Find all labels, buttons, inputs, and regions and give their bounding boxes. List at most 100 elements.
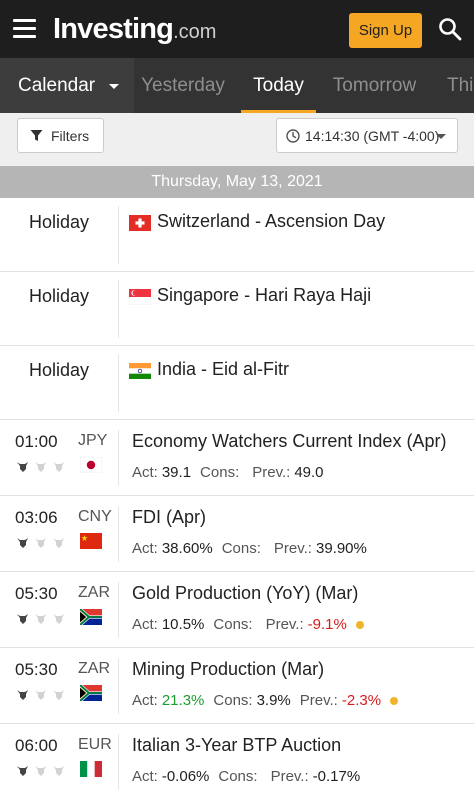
actual-label: Act: <box>132 616 158 633</box>
divider <box>118 582 119 638</box>
filters-label: Filters <box>51 127 90 144</box>
event-values: Act: -0.06% Cons: Prev.: -0.17% <box>132 768 369 785</box>
importance-bulls-icon <box>17 766 64 776</box>
holiday-label: Holiday <box>28 212 90 232</box>
japan-flag-icon <box>80 457 102 473</box>
logo-tld: .com <box>173 21 217 43</box>
sign-up-button[interactable]: Sign Up <box>349 13 422 48</box>
divider <box>118 280 119 338</box>
tab-yesterday[interactable]: Yesterday <box>134 58 232 113</box>
event-currency: ZAR <box>78 660 110 677</box>
italy-flag-icon <box>80 761 102 777</box>
timezone-selector[interactable]: 14:14:30 (GMT -4:00) <box>276 118 458 153</box>
previous-value: -9.1% <box>307 616 347 633</box>
divider <box>118 658 119 714</box>
south-africa-flag-icon <box>80 609 102 625</box>
chevron-down-icon <box>436 134 446 139</box>
clock-icon <box>286 128 300 143</box>
actual-label: Act: <box>132 464 158 481</box>
event-row[interactable]: 01:00 JPY Economy Watchers Current Index… <box>0 420 474 496</box>
event-row[interactable]: 06:00 EUR Italian 3-Year BTP Auction Act… <box>0 724 474 790</box>
switzerland-flag-icon <box>129 215 151 231</box>
actual-value: -0.06% <box>161 768 210 785</box>
actual-value: 39.1 <box>161 464 192 481</box>
event-time: 01:00 <box>15 432 58 451</box>
actual-value: 21.3% <box>161 692 205 709</box>
hamburger-icon[interactable] <box>13 19 36 38</box>
importance-bulls-icon <box>17 462 64 472</box>
holiday-text: Singapore - Hari Raya Haji <box>157 285 372 305</box>
site-logo[interactable]: Investing .com <box>53 12 216 46</box>
actual-value: 10.5% <box>161 616 205 633</box>
timezone-label: 14:14:30 (GMT -4:00) <box>305 127 440 144</box>
event-time: 06:00 <box>15 736 58 755</box>
divider <box>118 734 119 790</box>
calendar-dropdown[interactable]: Calendar <box>0 58 134 113</box>
holiday-text: India - Eid al-Fitr <box>157 359 290 379</box>
date-header: Thursday, May 13, 2021 <box>0 166 474 198</box>
holiday-text: Switzerland - Ascension Day <box>157 211 386 231</box>
previous-label: Prev.: <box>273 540 312 557</box>
tab-today[interactable]: Today <box>241 58 316 113</box>
event-values: Act: 38.60% Cons: Prev.: 39.90% <box>132 540 376 557</box>
event-row[interactable]: 05:30 ZAR Mining Production (Mar) Act: 21… <box>0 648 474 724</box>
event-row[interactable]: 03:06 CNY FDI (Apr) Act: 38.60% Cons: Pre… <box>0 496 474 572</box>
event-values: Act: 21.3% Cons: 3.9% Prev.: -2.3% <box>132 692 399 709</box>
holiday-label: Holiday <box>28 360 90 380</box>
event-row[interactable]: 05:30 ZAR Gold Production (YoY) (Mar) Ac… <box>0 572 474 648</box>
consensus-label: Cons: <box>200 464 240 481</box>
calendar-nav: Calendar Yesterday Today Tomorrow This W… <box>0 58 474 113</box>
revised-dot-icon <box>355 620 364 629</box>
divider <box>118 430 119 486</box>
event-time: 03:06 <box>15 508 58 527</box>
singapore-flag-icon <box>129 289 151 305</box>
consensus-label: Cons: <box>221 540 261 557</box>
previous-label: Prev.: <box>299 692 338 709</box>
event-time: 05:30 <box>15 584 58 603</box>
previous-value: 39.90% <box>315 540 367 557</box>
china-flag-icon <box>80 533 102 549</box>
logo-main: Investing <box>53 13 174 45</box>
actual-value: 38.60% <box>161 540 213 557</box>
importance-bulls-icon <box>17 614 64 624</box>
event-name: Italian 3-Year BTP Auction <box>132 735 342 755</box>
event-values: Act: 10.5% Cons: Prev.: -9.1% <box>132 616 364 633</box>
event-currency: CNY <box>78 508 112 525</box>
tab-this-week[interactable]: This Week <box>447 58 474 113</box>
importance-bulls-icon <box>17 538 64 548</box>
holiday-label: Holiday <box>28 286 90 306</box>
chevron-down-icon <box>109 84 119 89</box>
importance-bulls-icon <box>17 690 64 700</box>
previous-value: 49.0 <box>294 464 324 481</box>
event-time: 05:30 <box>15 660 58 679</box>
tab-tomorrow[interactable]: Tomorrow <box>325 58 424 113</box>
search-icon[interactable] <box>438 17 462 41</box>
filters-button[interactable]: Filters <box>17 118 104 153</box>
holiday-row[interactable]: Holiday India - Eid al-Fitr <box>0 346 474 420</box>
event-values: Act: 39.1 Cons: Prev.: 49.0 <box>132 464 333 481</box>
previous-label: Prev.: <box>270 768 309 785</box>
previous-value: -2.3% <box>341 692 382 709</box>
actual-label: Act: <box>132 692 158 709</box>
top-bar: Investing .com Sign Up <box>0 0 474 58</box>
divider <box>118 354 119 412</box>
previous-label: Prev.: <box>252 464 291 481</box>
event-name: Gold Production (YoY) (Mar) <box>132 583 359 603</box>
event-name: Economy Watchers Current Index (Apr) <box>132 431 447 451</box>
event-currency: EUR <box>78 736 112 753</box>
actual-label: Act: <box>132 540 158 557</box>
consensus-label: Cons: <box>218 768 258 785</box>
consensus-label: Cons: <box>213 692 253 709</box>
previous-value: -0.17% <box>312 768 361 785</box>
revised-dot-icon <box>390 696 399 705</box>
holiday-row[interactable]: Holiday Switzerland - Ascension Day <box>0 198 474 272</box>
india-flag-icon <box>129 363 151 379</box>
calendar-label: Calendar <box>18 74 96 96</box>
event-currency: ZAR <box>78 584 110 601</box>
south-africa-flag-icon <box>80 685 102 701</box>
divider <box>118 206 119 264</box>
holiday-row[interactable]: Holiday Singapore - Hari Raya Haji <box>0 272 474 346</box>
event-name: FDI (Apr) <box>132 507 206 527</box>
actual-label: Act: <box>132 768 158 785</box>
consensus-label: Cons: <box>213 616 253 633</box>
